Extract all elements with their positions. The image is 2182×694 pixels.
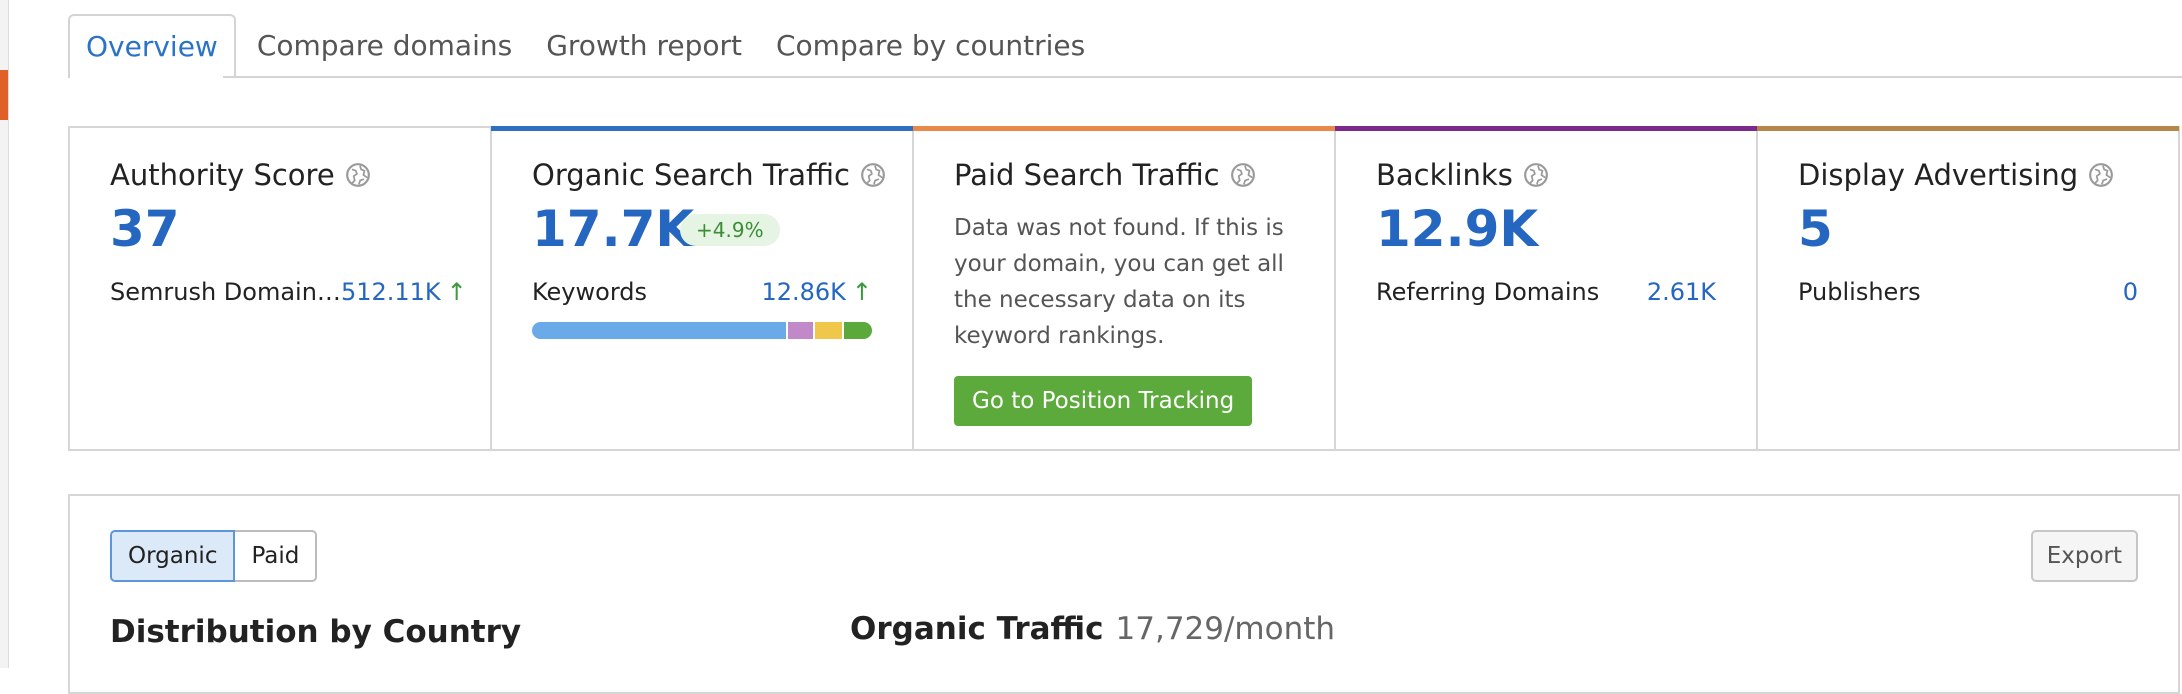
keyword-distribution-bar[interactable] <box>532 322 872 339</box>
left-accent-marker <box>0 70 8 120</box>
referring-domains-row: Referring Domains 2.61K <box>1376 278 1716 306</box>
paid-traffic-title-text: Paid Search Traffic <box>954 158 1220 192</box>
organic-change-badge: +4.9% <box>680 214 780 246</box>
rank-value-text: 512.11K <box>340 278 441 306</box>
authority-score-title: Authority Score <box>110 158 371 192</box>
tab-bar: Overview Compare domains Growth report C… <box>68 14 1102 76</box>
paid-traffic-title: Paid Search Traffic <box>954 158 1256 192</box>
tabs-divider <box>68 76 2182 78</box>
tab-compare-domains[interactable]: Compare domains <box>240 14 529 76</box>
globe-icon[interactable] <box>1230 162 1256 188</box>
paid-traffic-card: Paid Search Traffic Data was not found. … <box>913 126 1336 449</box>
toggle-paid[interactable]: Paid <box>235 530 318 582</box>
display-advertising-title: Display Advertising <box>1798 158 2114 192</box>
backlinks-top-bar <box>1335 126 1757 131</box>
globe-icon[interactable] <box>860 162 886 188</box>
display-top-bar <box>1757 126 2179 131</box>
organic-traffic-card[interactable]: Organic Search Traffic 17.7K +4.9% Keywo… <box>491 126 914 449</box>
tab-growth-report[interactable]: Growth report <box>529 14 759 76</box>
metrics-cards: Authority Score 37 Semrush Domain… 512.1… <box>68 126 2180 451</box>
publishers-row: Publishers 0 <box>1798 278 2138 306</box>
export-button[interactable]: Export <box>2030 530 2138 582</box>
keywords-value-text: 12.86K <box>761 278 846 306</box>
keyword-distribution-segment[interactable] <box>841 322 872 339</box>
arrow-up-icon: ↑ <box>851 278 872 306</box>
backlinks-title-text: Backlinks <box>1376 158 1513 192</box>
authority-score-value[interactable]: 37 <box>110 200 180 258</box>
paid-no-data-message: Data was not found. If this is your doma… <box>954 215 1284 349</box>
authority-score-title-text: Authority Score <box>110 158 335 192</box>
publishers-value[interactable]: 0 <box>2123 278 2138 306</box>
organic-traffic-title-text: Organic Search Traffic <box>532 158 850 192</box>
distribution-by-country-title: Distribution by Country <box>110 614 522 650</box>
keyword-distribution-segment[interactable] <box>812 322 842 339</box>
keyword-distribution-segment[interactable] <box>785 322 813 339</box>
distribution-panel: Organic Paid Export Distribution by Coun… <box>68 494 2180 694</box>
toggle-organic[interactable]: Organic <box>110 530 236 582</box>
keyword-distribution-segment[interactable] <box>532 322 786 339</box>
keywords-row: Keywords 12.86K ↑ <box>532 278 872 306</box>
display-advertising-card[interactable]: Display Advertising 5 Publishers 0 <box>1757 126 2179 449</box>
backlinks-title: Backlinks <box>1376 158 1549 192</box>
keywords-value[interactable]: 12.86K ↑ <box>761 278 872 306</box>
go-to-position-tracking-button[interactable]: Go to Position Tracking <box>954 376 1253 426</box>
referring-domains-value[interactable]: 2.61K <box>1647 278 1716 306</box>
display-advertising-value[interactable]: 5 <box>1798 200 1833 258</box>
referring-domains-label: Referring Domains <box>1376 278 1600 306</box>
paid-top-bar <box>913 126 1335 131</box>
organic-top-bar <box>491 126 913 131</box>
active-tab-mask <box>70 75 223 79</box>
authority-row: Semrush Domain… 512.11K ↑ <box>110 278 467 306</box>
organic-traffic-title: Organic Search Traffic <box>532 158 886 192</box>
globe-icon[interactable] <box>345 162 371 188</box>
organic-traffic-label: Organic Traffic <box>850 611 1104 647</box>
arrow-up-icon: ↑ <box>446 278 467 306</box>
globe-icon[interactable] <box>2088 162 2114 188</box>
organic-traffic-value[interactable]: 17.7K <box>532 200 694 258</box>
organic-paid-toggle: Organic Paid <box>110 530 318 582</box>
backlinks-value[interactable]: 12.9K <box>1376 200 1538 258</box>
keywords-label: Keywords <box>532 278 648 306</box>
globe-icon[interactable] <box>1523 162 1549 188</box>
backlinks-card[interactable]: Backlinks 12.9K Referring Domains 2.61K <box>1335 126 1758 449</box>
publishers-label: Publishers <box>1798 278 1921 306</box>
tab-compare-by-countries[interactable]: Compare by countries <box>759 14 1102 76</box>
semrush-domain-rank-value[interactable]: 512.11K ↑ <box>341 278 467 306</box>
organic-traffic-summary: Organic Traffic 17,729/month <box>850 611 1335 647</box>
display-advertising-title-text: Display Advertising <box>1798 158 2079 192</box>
organic-traffic-monthly-value: 17,729/month <box>1115 611 1336 647</box>
semrush-domain-rank-label: Semrush Domain… <box>110 278 341 306</box>
tab-overview[interactable]: Overview <box>68 14 236 76</box>
authority-score-card[interactable]: Authority Score 37 Semrush Domain… 512.1… <box>70 128 492 449</box>
